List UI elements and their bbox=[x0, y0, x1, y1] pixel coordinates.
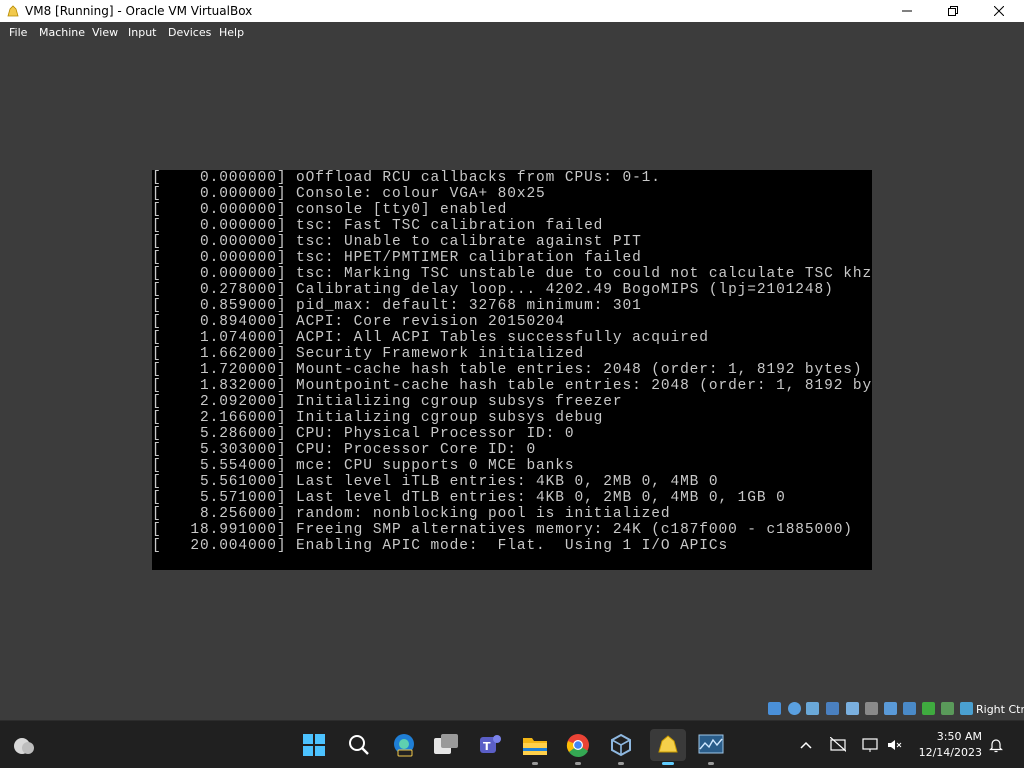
boot-log-line: [ 20.004000] Enabling APIC mode: Flat. U… bbox=[152, 538, 729, 554]
boot-log-line: [ 0.894000] ACPI: Core revision 20150204 bbox=[152, 314, 565, 330]
boot-log-line: [ 1.074000] ACPI: All ACPI Tables succes… bbox=[152, 330, 709, 346]
edge-beta-icon bbox=[394, 734, 414, 757]
boot-log-line: [ 0.000000] tsc: Marking TSC unstable du… bbox=[152, 266, 872, 282]
running-indicator bbox=[708, 762, 714, 765]
task-view-icon bbox=[434, 734, 458, 754]
taskbar-chrome[interactable] bbox=[562, 729, 594, 765]
menu-view[interactable]: View bbox=[92, 26, 118, 39]
boot-log-line: [ 0.000000] tsc: Unable to calibrate aga… bbox=[152, 234, 642, 250]
virtualbox-vm-window-icon bbox=[7, 5, 19, 17]
usb-icon[interactable] bbox=[846, 702, 859, 715]
boot-log-line: [ 0.000000] tsc: HPET/PMTIMER calibratio… bbox=[152, 250, 642, 266]
monitor-icon bbox=[862, 738, 878, 752]
menu-bar: File Machine View Input Devices Help bbox=[0, 22, 1024, 42]
boot-log-line: [ 0.278000] Calibrating delay loop... 42… bbox=[152, 282, 834, 298]
minimize-icon bbox=[902, 10, 912, 12]
svg-text:T: T bbox=[483, 740, 491, 753]
notification-center-button[interactable] bbox=[988, 737, 1004, 753]
window-title: VM8 [Running] - Oracle VM VirtualBox bbox=[25, 4, 253, 18]
windows-taskbar: T 3:50 AM 12/14/2023 bbox=[0, 720, 1024, 768]
recording-icon[interactable] bbox=[903, 702, 916, 715]
active-indicator bbox=[662, 762, 674, 765]
boot-log: [ 0.000000] oOffload RCU callbacks from … bbox=[152, 170, 872, 554]
taskbar-edge-beta[interactable] bbox=[388, 729, 420, 761]
boot-log-line: [ 5.571000] Last level dTLB entries: 4KB… bbox=[152, 490, 786, 506]
boot-log-line: [ 0.000000] Console: colour VGA+ 80x25 bbox=[152, 186, 546, 202]
start-button[interactable] bbox=[298, 729, 330, 761]
weather-widget[interactable] bbox=[8, 729, 40, 761]
start-icon bbox=[303, 734, 325, 756]
close-icon bbox=[994, 6, 1004, 16]
mouse-integration-icon[interactable] bbox=[960, 702, 973, 715]
taskbar-resource-monitor[interactable] bbox=[695, 729, 727, 765]
optical-drive-icon[interactable] bbox=[788, 702, 801, 715]
taskbar-task-view[interactable] bbox=[430, 729, 462, 761]
shared-folders-icon[interactable] bbox=[865, 702, 878, 715]
menu-devices[interactable]: Devices bbox=[168, 26, 211, 39]
boot-log-line: [ 5.303000] CPU: Processor Core ID: 0 bbox=[152, 442, 537, 458]
search-icon bbox=[349, 735, 369, 755]
minimize-button[interactable] bbox=[884, 0, 930, 22]
boot-log-line: [ 0.859000] pid_max: default: 32768 mini… bbox=[152, 298, 642, 314]
taskbar-virtualbox-manager[interactable] bbox=[605, 729, 637, 765]
running-indicator bbox=[618, 762, 624, 765]
boot-log-line: [ 0.000000] console [tty0] enabled bbox=[152, 202, 508, 218]
menu-machine[interactable]: Machine bbox=[39, 26, 85, 39]
volume-muted-icon bbox=[888, 740, 902, 750]
clock-time: 3:50 AM bbox=[936, 730, 982, 743]
boot-log-line: [ 18.991000] Freeing SMP alternatives me… bbox=[152, 522, 853, 538]
boot-log-line: [ 5.561000] Last level iTLB entries: 4KB… bbox=[152, 474, 719, 490]
taskbar-teams[interactable]: T bbox=[474, 729, 506, 761]
file-explorer-icon bbox=[523, 738, 547, 755]
restore-icon bbox=[948, 6, 958, 16]
resource-monitor-icon bbox=[698, 734, 724, 754]
bell-icon bbox=[989, 739, 1003, 753]
close-button[interactable] bbox=[976, 0, 1022, 22]
running-indicator bbox=[532, 762, 538, 765]
host-key-label: Right Ctrl bbox=[976, 703, 1024, 716]
menu-file[interactable]: File bbox=[9, 26, 27, 39]
menu-help[interactable]: Help bbox=[219, 26, 244, 39]
network-icon[interactable] bbox=[826, 702, 839, 715]
show-hidden-icons-button[interactable] bbox=[798, 737, 814, 753]
chrome-icon bbox=[566, 734, 589, 757]
hard-disk-icon[interactable] bbox=[768, 702, 781, 715]
tray-display-status[interactable] bbox=[862, 737, 878, 753]
boot-log-line: [ 1.832000] Mountpoint-cache hash table … bbox=[152, 378, 872, 394]
teams-icon: T bbox=[480, 735, 501, 753]
boot-log-line: [ 2.166000] Initializing cgroup subsys d… bbox=[152, 410, 604, 426]
network-disconnected-icon bbox=[830, 737, 846, 753]
tray-network-status[interactable] bbox=[830, 737, 846, 753]
clock-date: 12/14/2023 bbox=[918, 746, 982, 759]
menu-input[interactable]: Input bbox=[128, 26, 156, 39]
boot-log-line: [ 0.000000] tsc: Fast TSC calibration fa… bbox=[152, 218, 604, 234]
restore-button[interactable] bbox=[930, 0, 976, 22]
boot-log-line: [ 5.554000] mce: CPU supports 0 MCE bank… bbox=[152, 458, 575, 474]
boot-log-line: [ 1.662000] Security Framework initializ… bbox=[152, 346, 585, 362]
taskbar-virtualbox-vm[interactable] bbox=[650, 729, 686, 765]
boot-log-line: [ 2.092000] Initializing cgroup subsys f… bbox=[152, 394, 623, 410]
boot-log-line: [ 0.000000] oOffload RCU callbacks from … bbox=[152, 170, 661, 186]
boot-log-line: [ 8.256000] random: nonblocking pool is … bbox=[152, 506, 671, 522]
vm-console-screen[interactable]: [ 0.000000] oOffload RCU callbacks from … bbox=[152, 170, 872, 570]
boot-log-line: [ 1.720000] Mount-cache hash table entri… bbox=[152, 362, 863, 378]
virtualbox-vm-icon bbox=[658, 735, 678, 753]
cpu-icon[interactable] bbox=[941, 702, 954, 715]
tray-volume[interactable] bbox=[886, 737, 902, 753]
vm-status-bar: Right Ctrl bbox=[0, 698, 1024, 720]
weather-cloud-icon bbox=[14, 738, 34, 754]
title-bar: VM8 [Running] - Oracle VM VirtualBox bbox=[0, 0, 1024, 22]
display-icon[interactable] bbox=[884, 702, 897, 715]
virtualization-icon[interactable] bbox=[922, 702, 935, 715]
audio-icon[interactable] bbox=[806, 702, 819, 715]
boot-log-line: [ 5.286000] CPU: Physical Processor ID: … bbox=[152, 426, 575, 442]
search-button[interactable] bbox=[343, 729, 375, 761]
running-indicator bbox=[575, 762, 581, 765]
taskbar-file-explorer[interactable] bbox=[519, 729, 551, 765]
virtualbox-manager-icon bbox=[611, 733, 631, 757]
chevron-up-icon bbox=[800, 741, 812, 749]
system-clock[interactable]: 3:50 AM 12/14/2023 bbox=[914, 729, 982, 761]
